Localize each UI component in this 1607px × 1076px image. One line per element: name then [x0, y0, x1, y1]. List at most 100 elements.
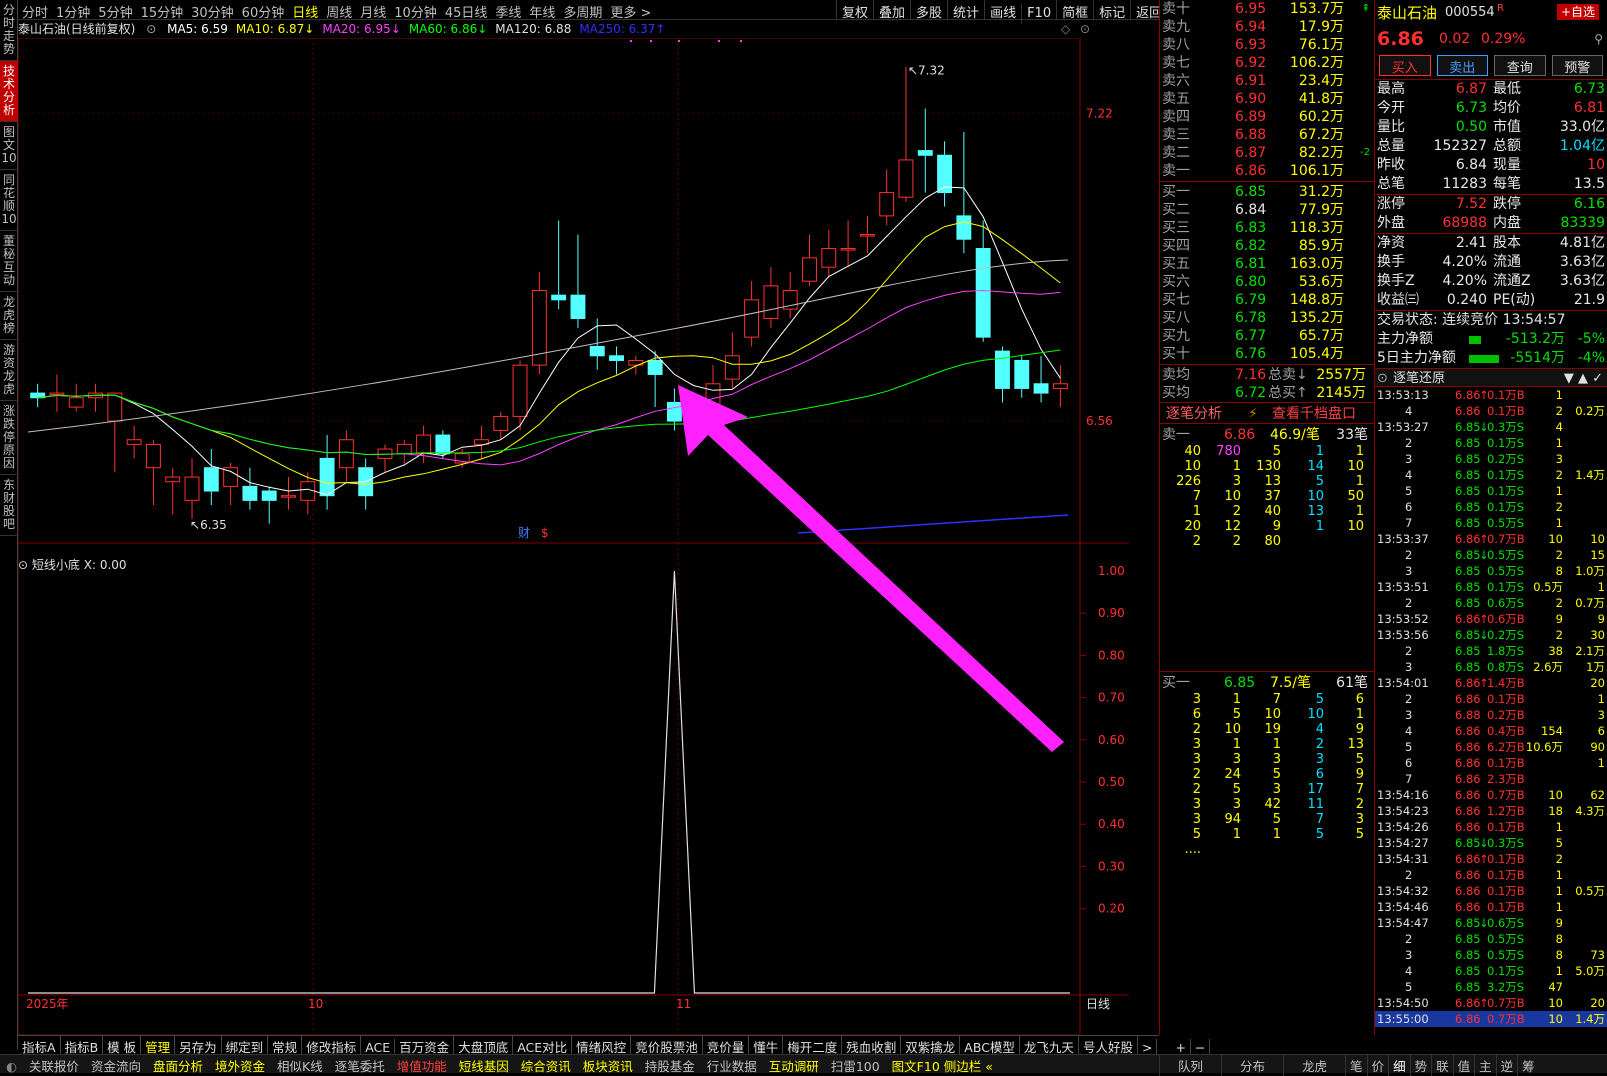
buy-row-6[interactable]: 买七 6.79 148.8万	[1160, 291, 1374, 309]
buy1-queue-cell: 42	[1264, 797, 1281, 812]
diamond-icon[interactable]: ◇	[1061, 22, 1070, 36]
indicator-collapse-icon[interactable]: ⊙	[18, 558, 28, 572]
left-tab-2[interactable]: 图文10	[0, 122, 18, 170]
buy1-queue-row: 3 3 3 3 5	[1160, 752, 1374, 767]
tick-time: 13:53:51	[1377, 580, 1429, 594]
sell-row-1[interactable]: 卖九 6.94 17.9万	[1160, 18, 1374, 36]
tick-time: 2	[1405, 692, 1413, 706]
add-favorite-button[interactable]: +自选	[1557, 4, 1600, 20]
tick-count: 9	[1555, 916, 1563, 930]
sell-row-9[interactable]: 卖一 6.86 106.1万	[1160, 162, 1374, 180]
sell-row-5[interactable]: 卖五 6.90 41.8万	[1160, 90, 1374, 108]
toggle-icon[interactable]: ◐	[0, 1058, 23, 1075]
flow-pct: -4%	[1577, 350, 1605, 366]
period-2[interactable]: 5分钟	[94, 0, 136, 21]
tick-volume: 0.6万S	[1487, 916, 1525, 930]
sell1-queue-row: 20 12 9 1 10	[1160, 519, 1374, 534]
buy-row-1[interactable]: 买二 6.84 77.9万	[1160, 201, 1374, 219]
tab-depth[interactable]: 查看千档盘口	[1272, 403, 1356, 425]
buy-row-8[interactable]: 买九 6.77 65.7万	[1160, 327, 1374, 345]
pin-icon[interactable]: ⚲	[1594, 26, 1603, 52]
period-3[interactable]: 15分钟	[137, 0, 188, 21]
collapse-icon[interactable]: ⊙	[146, 22, 156, 36]
period-6[interactable]: 日线	[288, 0, 322, 21]
buy-volume: 118.3万	[1289, 220, 1344, 236]
period-9[interactable]: 10分钟	[390, 0, 441, 21]
buy-volume: 148.8万	[1289, 292, 1344, 308]
sell-row-8[interactable]: 卖二 6.87 82.2万 -2	[1160, 144, 1374, 162]
period-14[interactable]: 更多 >	[606, 0, 655, 21]
tick-volume: 0.1万S	[1487, 468, 1525, 482]
buy1-queue-cell: 9	[1355, 722, 1364, 737]
period-0[interactable]: 分时	[18, 0, 52, 21]
period-1[interactable]: 1分钟	[52, 0, 94, 21]
trade-button-1[interactable]: 卖出	[1436, 55, 1488, 76]
left-tab-5[interactable]: 龙虎榜	[0, 292, 18, 340]
period-7[interactable]: 周线	[322, 0, 356, 21]
target-icon[interactable]: ⊙	[1080, 22, 1090, 36]
toolbar-button-6[interactable]: 简框	[1056, 0, 1093, 21]
tick-count: 10	[1548, 788, 1563, 802]
sell-row-7[interactable]: 卖三 6.88 67.2万	[1160, 126, 1374, 144]
sell-row-3[interactable]: 卖七 6.92 106.2万	[1160, 54, 1374, 72]
buy1-queue-count: 61笔	[1336, 675, 1368, 691]
tick-collapse-icon[interactable]: ⊙	[1377, 369, 1388, 388]
toolbar-button-5[interactable]: F10	[1021, 4, 1056, 24]
buy1-queue-cell: 7	[1272, 692, 1281, 707]
toolbar-button-2[interactable]: 多股	[910, 0, 947, 21]
trade-button-3[interactable]: 预警	[1551, 55, 1603, 76]
left-tab-3[interactable]: 同花顺10	[0, 170, 18, 231]
left-tab-0[interactable]: 分时走势	[0, 0, 18, 61]
buy-row-2[interactable]: 买三 6.83 118.3万	[1160, 219, 1374, 237]
avg-label: 买均	[1162, 385, 1190, 401]
left-tab-1[interactable]: 技术分析	[0, 61, 18, 122]
tick-price: 6.85	[1455, 580, 1481, 594]
sell1-queue-row: 226 3 13 5 1	[1160, 474, 1374, 489]
left-tab-7[interactable]: 涨跌停原因	[0, 401, 18, 475]
buy-row-4[interactable]: 买五 6.81 163.0万	[1160, 255, 1374, 273]
period-5[interactable]: 60分钟	[238, 0, 289, 21]
total-value: 2145万	[1316, 385, 1366, 401]
buy-row-0[interactable]: 买一 6.85 31.2万	[1160, 183, 1374, 201]
buy-row-7[interactable]: 买八 6.78 135.2万	[1160, 309, 1374, 327]
stat-value: 21.9	[1573, 292, 1605, 308]
buy-row-5[interactable]: 买六 6.80 53.6万	[1160, 273, 1374, 291]
buy-row-3[interactable]: 买四 6.82 85.9万	[1160, 237, 1374, 255]
left-tab-4[interactable]: 董秘互动	[0, 231, 18, 292]
toolbar-button-4[interactable]: 画线	[984, 0, 1021, 21]
left-tab-8[interactable]: 东财股吧	[0, 475, 18, 536]
trade-button-2[interactable]: 查询	[1494, 55, 1546, 76]
tab-tick-analysis[interactable]: 逐笔分析	[1166, 403, 1222, 425]
tick-price: 6.86	[1455, 612, 1481, 626]
dollar-marker[interactable]: $	[541, 526, 549, 540]
tick-row: 13:53:52 6.86 ↑ 0.6万B 9 9	[1375, 611, 1607, 627]
period-11[interactable]: 季线	[491, 0, 525, 21]
kline-chart-area[interactable]: 7.22 6.56 ↖7.32 ↖6.35 财 $1.00 0.90 0.80 0.70 0.60…	[18, 38, 1159, 1035]
toolbar-button-3[interactable]: 统计	[947, 0, 984, 21]
sell-row-6[interactable]: 卖四 6.89 60.2万	[1160, 108, 1374, 126]
tick-filter-icon[interactable]: ▼ ▲ ✓	[1564, 369, 1603, 388]
buy-row-9[interactable]: 买十 6.76 105.4万	[1160, 345, 1374, 363]
tick-time: 5	[1405, 980, 1413, 994]
period-12[interactable]: 年线	[525, 0, 559, 21]
toolbar-button-0[interactable]: 复权	[836, 0, 873, 21]
left-tab-6[interactable]: 游资龙虎	[0, 340, 18, 401]
tick-volume: 0.1万S	[1487, 436, 1525, 450]
buy-price: 6.83	[1235, 220, 1267, 236]
period-13[interactable]: 多周期	[559, 0, 606, 21]
stat-value: 4.20%	[1442, 273, 1487, 289]
ma-label-2: MA20: 6.95↓	[322, 22, 401, 36]
sell-row-4[interactable]: 卖六 6.91 23.4万	[1160, 72, 1374, 90]
toolbar-button-7[interactable]: 标记	[1093, 0, 1130, 21]
period-10[interactable]: 45日线	[441, 0, 492, 21]
x-label-year: 2025年	[26, 997, 69, 1011]
buy-price: 6.85	[1235, 184, 1267, 200]
sell-row-2[interactable]: 卖八 6.93 76.1万	[1160, 36, 1374, 54]
period-8[interactable]: 月线	[356, 0, 390, 21]
period-4[interactable]: 30分钟	[187, 0, 238, 21]
trade-button-0[interactable]: 买入	[1379, 55, 1431, 76]
sell-row-0[interactable]: 卖十 6.95 153.7万 ⇞	[1160, 0, 1374, 18]
sell-level: 卖六	[1162, 73, 1190, 89]
toolbar-button-1[interactable]: 叠加	[873, 0, 910, 21]
finance-marker[interactable]: 财	[518, 526, 530, 540]
